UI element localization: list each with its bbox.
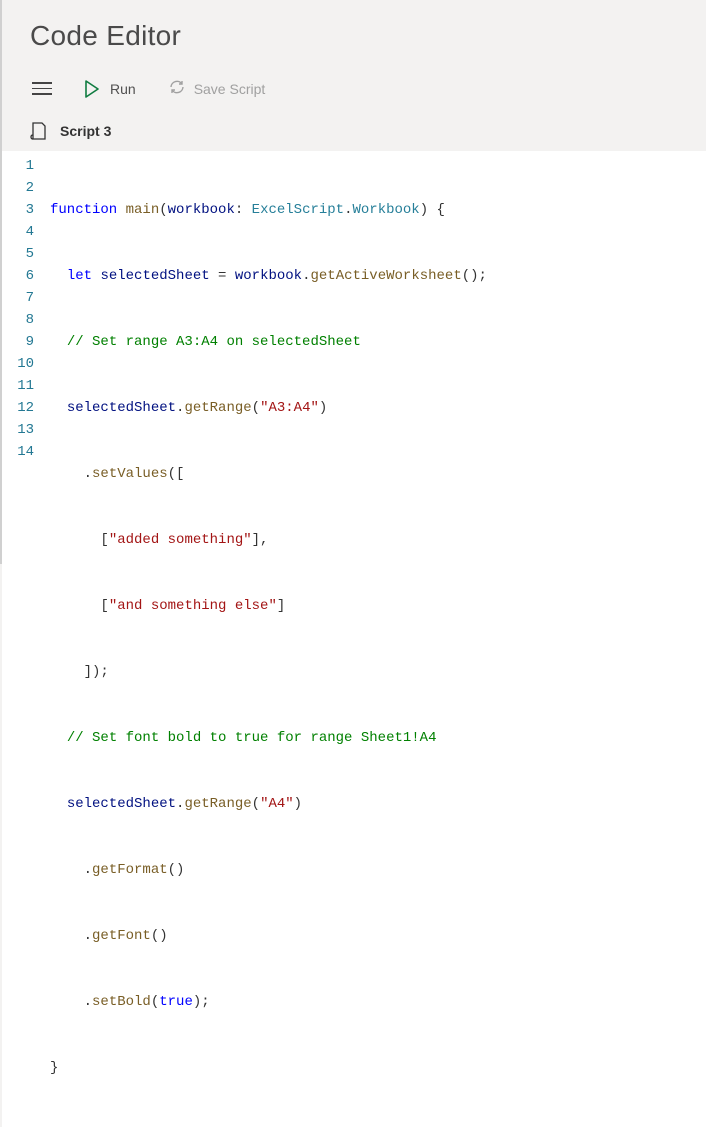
script-icon — [30, 121, 48, 141]
code-line: ["and something else"] — [50, 595, 706, 617]
line-number: 13 — [10, 419, 34, 441]
script-bar: Script 3 — [2, 113, 706, 151]
code-area[interactable]: function main(workbook: ExcelScript.Work… — [50, 151, 706, 1127]
line-number-gutter: 1 2 3 4 5 6 7 8 9 10 11 12 13 14 — [2, 151, 50, 1127]
code-line: .setBold(true); — [50, 991, 706, 1013]
line-number: 8 — [10, 309, 34, 331]
hamburger-icon — [32, 82, 52, 84]
line-number: 7 — [10, 287, 34, 309]
code-line: selectedSheet.getRange("A4") — [50, 793, 706, 815]
line-number: 9 — [10, 331, 34, 353]
line-number: 6 — [10, 265, 34, 287]
code-line: function main(workbook: ExcelScript.Work… — [50, 199, 706, 221]
menu-button[interactable] — [30, 76, 54, 101]
line-number: 10 — [10, 353, 34, 375]
code-line: // Set range A3:A4 on selectedSheet — [50, 331, 706, 353]
toolbar: Run Save Script — [2, 66, 706, 113]
code-line: .getFont() — [50, 925, 706, 947]
header: Code Editor — [2, 0, 706, 66]
line-number: 14 — [10, 441, 34, 463]
code-editor[interactable]: 1 2 3 4 5 6 7 8 9 10 11 12 13 14 functio… — [2, 151, 706, 1127]
line-number: 5 — [10, 243, 34, 265]
script-name[interactable]: Script 3 — [60, 123, 111, 139]
play-icon — [84, 80, 100, 98]
run-label: Run — [110, 81, 136, 97]
code-line: // Set font bold to true for range Sheet… — [50, 727, 706, 749]
save-label: Save Script — [194, 81, 266, 97]
run-button[interactable]: Run — [74, 76, 146, 102]
line-number: 4 — [10, 221, 34, 243]
code-line: ["added something"], — [50, 529, 706, 551]
line-number: 3 — [10, 199, 34, 221]
sync-icon — [168, 78, 186, 99]
line-number: 1 — [10, 155, 34, 177]
code-line: .setValues([ — [50, 463, 706, 485]
code-line: .getFormat() — [50, 859, 706, 881]
line-number: 2 — [10, 177, 34, 199]
line-number: 11 — [10, 375, 34, 397]
line-number: 12 — [10, 397, 34, 419]
page-title: Code Editor — [30, 20, 678, 52]
code-line: } — [50, 1057, 706, 1079]
save-script-button[interactable]: Save Script — [158, 74, 276, 103]
code-line: let selectedSheet = workbook.getActiveWo… — [50, 265, 706, 287]
code-line: ]); — [50, 661, 706, 683]
code-line: selectedSheet.getRange("A3:A4") — [50, 397, 706, 419]
